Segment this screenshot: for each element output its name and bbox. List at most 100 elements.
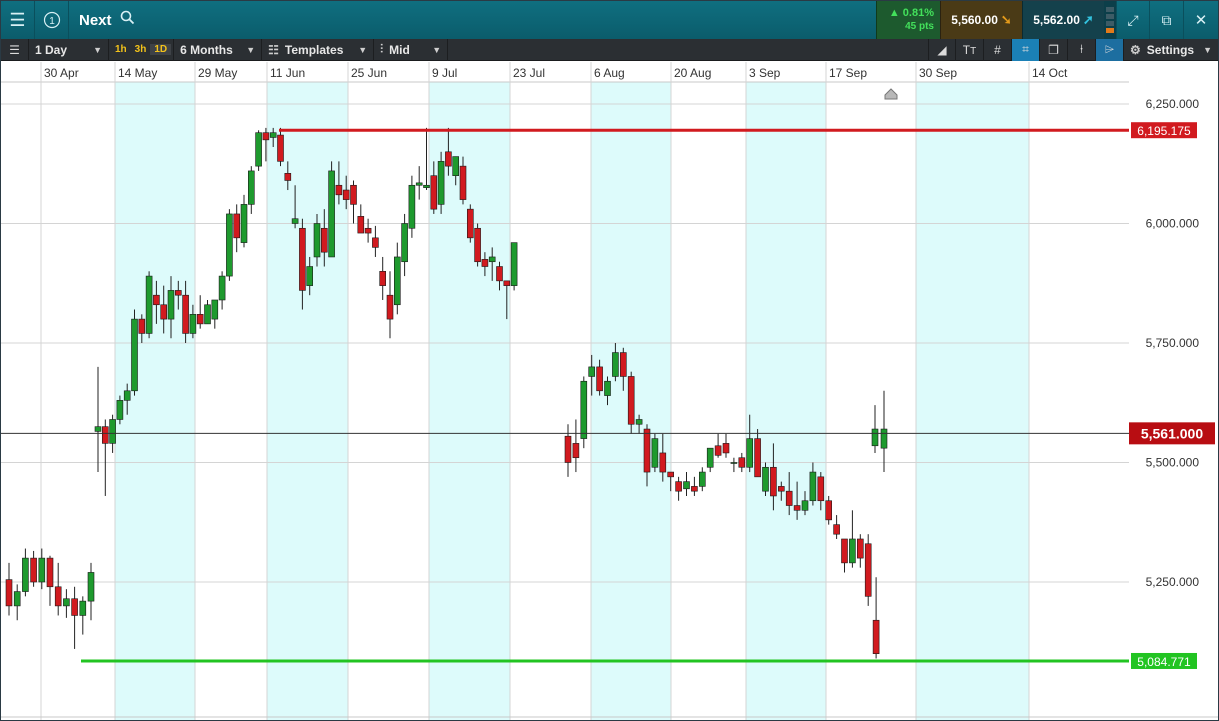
text-tool-button[interactable]: TT [956,38,984,61]
candle-down [627,376,635,425]
price-change-box: ▲ 0.81% 45 pts [876,1,940,39]
candle-up [94,426,102,432]
candle-down [619,352,627,377]
candle-down [503,280,511,286]
instrument-title: Next [79,11,112,29]
tag-button[interactable]: ⌲ [1096,38,1124,61]
x-tick-label: 30 Apr [44,66,79,80]
candle-down [856,538,864,559]
interval-dropdown[interactable]: 1 Day ▼ [29,38,109,61]
price-type-dropdown[interactable]: ⫶ Mid ▼ [374,38,449,61]
candle-up [22,557,29,592]
candle-down [667,471,675,478]
grid-button[interactable]: # [984,38,1012,61]
candle-up [145,275,153,334]
candle-down [153,294,160,306]
candle-up [408,184,416,229]
candle-down [277,134,284,162]
candle-down [714,445,722,456]
candle-down [777,486,785,492]
copy-icon: ❐ [1048,42,1059,57]
candle-down [138,318,146,334]
candle-up [488,256,496,263]
x-tick-label: 6 Aug [594,66,625,80]
candle-down [175,290,182,296]
candle-down [46,557,54,588]
list-icon: ☰ [9,42,20,57]
x-tick-label: 20 Aug [674,66,711,80]
candle-up [437,161,445,205]
candle-up [123,390,131,401]
chevron-down-icon: ▼ [93,44,102,55]
tf-1h-button[interactable]: 1h [111,44,131,55]
expand-icon: ⤢ [1127,11,1139,28]
resistance-label: 6,195.175 [1137,124,1191,138]
candle-up [762,466,769,492]
range-dropdown[interactable]: 6 Months ▼ [174,38,263,61]
tf-1d-button[interactable]: 1D [150,44,172,55]
popout-button[interactable]: ⧉ [1150,1,1184,39]
month-band [267,82,348,720]
candle-up [452,156,460,177]
price-chart[interactable]: 30 Apr 14 May 29 May 11 Jun 25 Jun 9 Jul 23 Ju… [1,62,1218,720]
candle-down [364,227,372,234]
templates-dropdown[interactable]: ☷ Templates ▼ [262,38,375,61]
info-circle-icon: 1 [43,11,60,29]
indicator-button[interactable]: ⍿ [1068,38,1096,61]
candle-up [612,352,619,377]
close-button[interactable]: ✕ [1184,1,1218,39]
candle-up [706,447,714,468]
menu-button[interactable]: ☰ [1,1,35,39]
expand-button[interactable]: ⤢ [1116,1,1150,39]
x-tick-label: 14 Oct [1032,66,1068,80]
candle-down [785,490,793,506]
candle-down [196,314,204,325]
buy-price: 5,562.00 [1033,13,1080,27]
tag-icon: ⌲ [1104,42,1115,56]
x-tick-label: 3 Sep [749,66,781,80]
candle-up [698,471,706,487]
sell-button[interactable]: 5,560.00 ➘ [940,1,1022,39]
candle-up [204,304,211,325]
search-button[interactable] [120,10,135,30]
grid-icon: # [994,42,1001,57]
settings-label: Settings [1146,42,1195,57]
candle-down [102,426,109,444]
info-button[interactable]: 1 [35,1,69,39]
arrow-up-icon: ➚ [1082,12,1094,27]
candle-up [109,419,116,444]
tf-3h-button[interactable]: 3h [131,44,151,55]
candle-up [880,428,888,449]
copy-button[interactable]: ❐ [1040,38,1068,61]
x-tick-label: 9 Jul [432,66,457,80]
chevron-down-icon: ▼ [432,44,442,55]
list-button[interactable]: ☰ [1,38,29,61]
x-tick-label: 30 Sep [919,66,957,80]
timeframe-shortcuts: 1h 3h 1D [109,38,175,61]
draw-line-button[interactable]: ◢ [928,38,956,61]
buy-button[interactable]: 5,562.00 ➚ [1022,1,1104,39]
candle-down [596,366,603,392]
candle-down [262,132,270,141]
signal-strength-icon [1104,1,1116,39]
x-tick-label: 25 Jun [351,66,387,80]
candle-up [116,400,124,420]
candle-up [13,591,21,607]
templates-label: Templates [284,42,344,57]
candle-down [182,294,189,334]
candle-up [801,500,809,511]
candle-down [825,500,833,521]
y-tick-label: 5,500.000 [1146,456,1200,470]
search-icon [120,10,134,25]
candle-up [849,538,856,564]
candle-up [730,462,738,464]
candle-up [226,213,233,277]
crosshair-button[interactable]: ⌗ [1012,38,1040,61]
candle-up [393,256,401,306]
candle-down [564,435,572,463]
candle-down [350,184,357,205]
settings-dropdown[interactable]: ⚙ Settings ▼ [1124,39,1218,61]
x-tick-label: 11 Jun [270,66,305,80]
candle-down [474,227,481,263]
y-tick-label: 5,250.000 [1146,575,1200,589]
